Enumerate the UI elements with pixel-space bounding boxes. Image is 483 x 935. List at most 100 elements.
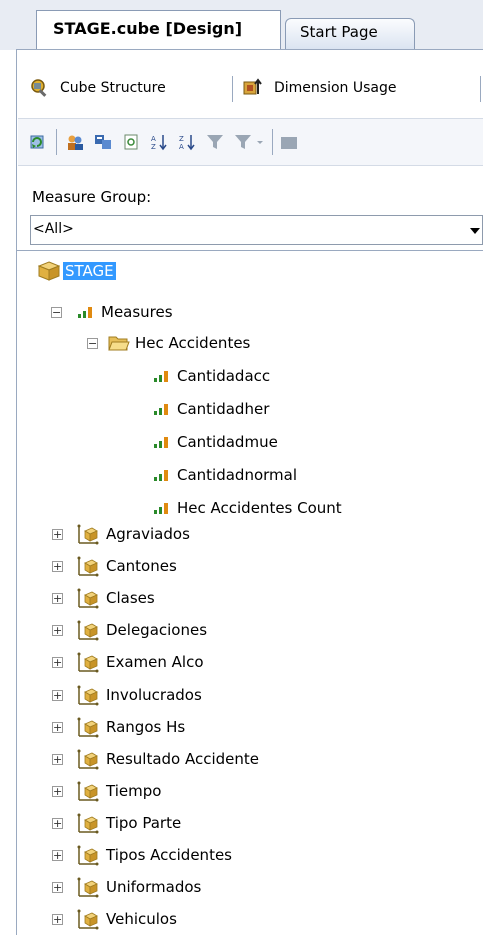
tree-label: Tipo Parte bbox=[106, 814, 182, 832]
cube-structure-icon bbox=[31, 79, 47, 97]
users-icon[interactable] bbox=[66, 133, 84, 151]
filter-icon[interactable] bbox=[206, 133, 224, 151]
tab-label: Start Page bbox=[300, 23, 378, 41]
tree-item-dimension[interactable]: Involucrados bbox=[76, 684, 202, 706]
tree-label: STAGE bbox=[63, 262, 116, 280]
dimension-icon bbox=[77, 685, 99, 706]
tree-item-dimension[interactable]: Clases bbox=[76, 587, 155, 609]
designer-tab-cube-structure[interactable]: Cube Structure bbox=[30, 72, 166, 104]
expand-icon[interactable]: + bbox=[52, 818, 63, 829]
toolbar-separator bbox=[272, 129, 273, 155]
tree-item-dimension[interactable]: Tipos Accidentes bbox=[76, 844, 232, 866]
tree-item-dimension[interactable]: Tiempo bbox=[76, 780, 161, 802]
expand-icon[interactable]: + bbox=[52, 722, 63, 733]
dimension-icon bbox=[77, 781, 99, 802]
dimension-icon bbox=[77, 749, 99, 770]
tree-item-dimension[interactable]: Agraviados bbox=[76, 523, 190, 545]
properties-icon[interactable] bbox=[122, 133, 140, 151]
toolbar-separator bbox=[56, 129, 57, 155]
expand-icon[interactable]: + bbox=[52, 850, 63, 861]
tree-label: Vehiculos bbox=[106, 910, 177, 928]
tree-label: Cantones bbox=[106, 557, 177, 575]
tree-item-measure[interactable]: Hec Accidentes Count bbox=[153, 497, 342, 519]
svg-text:Z: Z bbox=[179, 135, 184, 143]
expand-icon[interactable]: + bbox=[52, 786, 63, 797]
tree-item-dimension[interactable]: Cantones bbox=[76, 555, 177, 577]
designer-toolbar: A Z Z A bbox=[18, 118, 483, 166]
tree-label: Tiempo bbox=[106, 782, 162, 800]
sort-descending-icon[interactable]: Z A bbox=[178, 133, 196, 151]
measure-group-select[interactable]: <All> bbox=[30, 215, 483, 245]
collapse-icon[interactable]: − bbox=[51, 307, 62, 318]
tree-item-measure[interactable]: Cantidadnormal bbox=[153, 464, 297, 486]
expand-icon[interactable]: + bbox=[52, 529, 63, 540]
svg-text:Z: Z bbox=[151, 143, 156, 151]
folder-icon[interactable] bbox=[280, 133, 298, 151]
dimension-icon bbox=[77, 652, 99, 673]
dimension-icon bbox=[77, 588, 99, 609]
tree-item-dimension[interactable]: Resultado Accidente bbox=[76, 748, 259, 770]
tree-label: Delegaciones bbox=[106, 621, 208, 639]
dropdown-arrow-icon[interactable] bbox=[256, 133, 264, 151]
tree-item-measure[interactable]: Cantidadacc bbox=[153, 365, 270, 387]
tab-stage-cube-design[interactable]: STAGE.cube [Design] bbox=[36, 10, 281, 50]
tree-label: Cantidadnormal bbox=[177, 466, 298, 484]
dimension-icon bbox=[77, 556, 99, 577]
tab-separator bbox=[232, 76, 233, 102]
filter-dropdown-icon[interactable] bbox=[234, 133, 252, 151]
open-folder-icon bbox=[108, 336, 130, 351]
divider bbox=[16, 250, 483, 251]
tree-item-dimension[interactable]: Tipo Parte bbox=[76, 812, 181, 834]
measure-bar-icon bbox=[154, 404, 168, 415]
tree-item-measure[interactable]: Cantidadmue bbox=[153, 431, 278, 453]
dimension-icon bbox=[77, 524, 99, 545]
expand-icon[interactable]: + bbox=[52, 593, 63, 604]
expand-icon[interactable]: + bbox=[52, 657, 63, 668]
dimension-icon bbox=[77, 877, 99, 898]
measure-bar-icon bbox=[154, 371, 168, 382]
tree-item-dimension[interactable]: Uniformados bbox=[76, 876, 201, 898]
tree-label: Uniformados bbox=[106, 878, 202, 896]
dimension-icon bbox=[77, 620, 99, 641]
dimension-usage-icon bbox=[243, 78, 262, 95]
tree-label: Rangos Hs bbox=[106, 718, 186, 736]
measure-bar-icon bbox=[154, 503, 168, 514]
chevron-down-icon[interactable] bbox=[470, 228, 480, 234]
sort-ascending-icon[interactable]: A Z bbox=[150, 133, 168, 151]
calculation-icon[interactable] bbox=[94, 133, 112, 151]
tree-item-dimension[interactable]: Vehiculos bbox=[76, 908, 177, 930]
expand-icon[interactable]: + bbox=[52, 914, 63, 925]
tree-item-measures[interactable]: Measures bbox=[77, 301, 173, 323]
expand-icon[interactable]: + bbox=[52, 561, 63, 572]
cube-designer-frame bbox=[16, 49, 483, 935]
expand-icon[interactable]: + bbox=[52, 690, 63, 701]
expand-icon[interactable]: + bbox=[52, 882, 63, 893]
tree-label: Cantidadher bbox=[177, 400, 270, 418]
svg-text:A: A bbox=[179, 143, 184, 151]
tree-item-dimension[interactable]: Examen Alco bbox=[76, 651, 204, 673]
designer-tab-label: Cube Structure bbox=[60, 80, 166, 96]
tree-item-measure[interactable]: Cantidadher bbox=[153, 398, 269, 420]
measure-group-label: Measure Group: bbox=[32, 188, 152, 206]
refresh-icon[interactable] bbox=[28, 133, 46, 151]
designer-tabs: Cube Structure Dimension Usage bbox=[18, 66, 483, 110]
tree-label: Measures bbox=[101, 303, 173, 321]
measure-group-value: <All> bbox=[33, 221, 74, 237]
collapse-icon[interactable]: − bbox=[87, 338, 98, 349]
tree-item-dimension[interactable]: Delegaciones bbox=[76, 619, 207, 641]
tab-start-page[interactable]: Start Page bbox=[285, 18, 415, 49]
tree-item-hec-accidentes[interactable]: Hec Accidentes bbox=[108, 332, 250, 354]
dimension-icon bbox=[77, 845, 99, 866]
designer-tab-dimension-usage[interactable]: Dimension Usage bbox=[242, 72, 397, 104]
expand-icon[interactable]: + bbox=[52, 754, 63, 765]
tree-label: Hec Accidentes bbox=[135, 334, 251, 352]
tree-label: Examen Alco bbox=[106, 653, 204, 671]
tree-item-dimension[interactable]: Rangos Hs bbox=[76, 716, 185, 738]
measure-bar-icon bbox=[154, 470, 168, 481]
tree-label: Involucrados bbox=[106, 686, 202, 704]
tree-label: Cantidadacc bbox=[177, 367, 271, 385]
dimension-icon bbox=[77, 909, 99, 930]
tree-label: Resultado Accidente bbox=[106, 750, 260, 768]
tree-root-stage[interactable]: STAGE bbox=[38, 260, 116, 282]
expand-icon[interactable]: + bbox=[52, 625, 63, 636]
